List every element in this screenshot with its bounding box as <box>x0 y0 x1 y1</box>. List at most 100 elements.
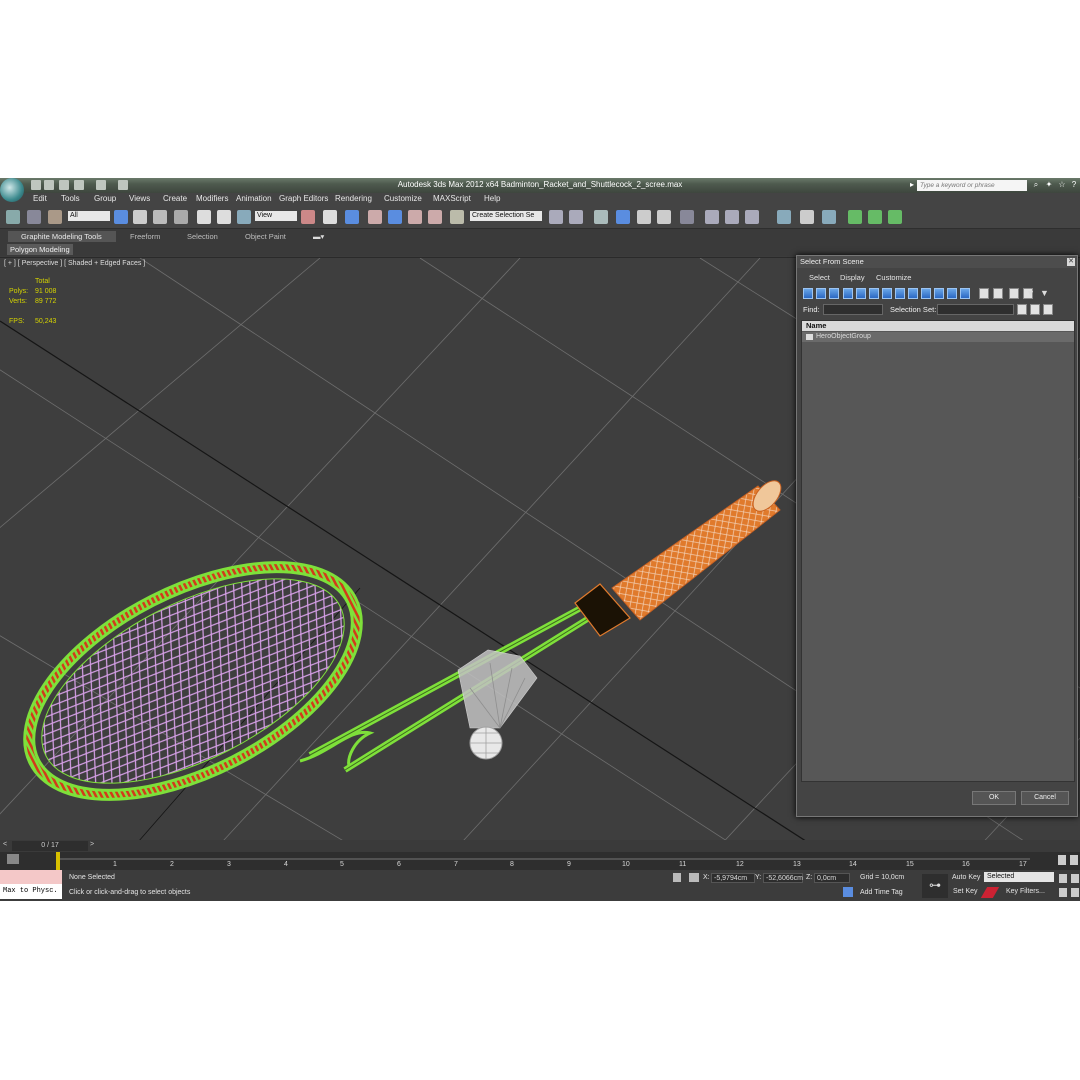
tab-selection[interactable]: Selection <box>187 232 218 241</box>
select-all-icon[interactable] <box>1017 304 1027 315</box>
track-bar[interactable]: 1 2 3 4 5 6 7 8 9 10 11 12 13 14 15 16 1… <box>0 852 1080 870</box>
new-file-icon[interactable] <box>31 180 41 190</box>
rectangular-selection-icon[interactable] <box>153 210 167 224</box>
binoculars-icon[interactable]: ⌕ <box>1031 180 1041 190</box>
reference-coordinate-dropdown[interactable]: View <box>255 211 297 221</box>
go-to-end-icon[interactable] <box>1059 888 1067 897</box>
select-and-scale-icon[interactable] <box>237 210 251 224</box>
mirror-icon[interactable] <box>549 210 563 224</box>
display-shapes-icon[interactable] <box>816 288 826 299</box>
dialog-menu-select[interactable]: Select <box>809 273 830 282</box>
find-input[interactable] <box>823 304 883 315</box>
maxscript-listener-top[interactable] <box>0 870 62 884</box>
snaps-toggle-icon[interactable] <box>368 210 382 224</box>
key-mode-toggle-icon[interactable] <box>1071 888 1079 897</box>
ok-button[interactable]: OK <box>972 791 1016 805</box>
play-icon[interactable] <box>1059 874 1067 883</box>
y-coordinate-field[interactable]: -52,6066cm <box>763 873 803 883</box>
select-object-icon[interactable] <box>114 210 128 224</box>
pivot-center-icon[interactable] <box>301 210 315 224</box>
menu-animation[interactable]: Animation <box>236 194 272 203</box>
display-helpers-icon[interactable] <box>856 288 866 299</box>
next-frame-icon[interactable] <box>1071 874 1079 883</box>
time-slider-prev-icon[interactable]: < <box>3 841 7 848</box>
align-icon[interactable] <box>569 210 583 224</box>
named-selection-dropdown[interactable]: Create Selection Se <box>470 211 542 221</box>
tab-freeform[interactable]: Freeform <box>130 232 160 241</box>
application-logo-icon[interactable] <box>0 178 24 202</box>
lock-selection-icon[interactable] <box>673 873 681 882</box>
ribbon-options-icon[interactable]: ▬▾ <box>313 232 324 241</box>
filter-icon[interactable]: ▼ <box>1026 288 1035 298</box>
go-to-start-icon[interactable] <box>1058 855 1066 865</box>
object-list[interactable]: Name HeroObjectGroup <box>801 320 1075 782</box>
display-spacewarps-icon[interactable] <box>869 288 879 299</box>
menu-rendering[interactable]: Rendering <box>335 194 372 203</box>
extra-tool-5-icon[interactable] <box>868 210 882 224</box>
select-and-move-icon[interactable] <box>197 210 211 224</box>
column-name-header[interactable]: Name <box>802 321 1074 331</box>
dialog-title-bar[interactable]: Select From Scene ✕ <box>797 256 1077 268</box>
layer-manager-icon[interactable] <box>594 210 608 224</box>
angle-snap-icon[interactable] <box>388 210 402 224</box>
sync-selection-icon[interactable] <box>1009 288 1019 299</box>
search-arrow-icon[interactable]: ▸ <box>907 180 917 190</box>
favorites-icon[interactable]: ☆ <box>1057 180 1067 190</box>
edit-named-selection-icon[interactable] <box>450 210 464 224</box>
communication-center-icon[interactable]: ✦ <box>1044 180 1054 190</box>
menu-graph-editors[interactable]: Graph Editors <box>279 194 328 203</box>
display-cameras-icon[interactable] <box>843 288 853 299</box>
extra-tool-6-icon[interactable] <box>888 210 902 224</box>
filter-options-icon[interactable]: ▼ <box>1040 288 1049 298</box>
time-slider-next-icon[interactable]: > <box>90 841 94 848</box>
redo-icon[interactable] <box>96 180 106 190</box>
menu-edit[interactable]: Edit <box>33 194 47 203</box>
menu-tools[interactable]: Tools <box>61 194 80 203</box>
time-tag-icon[interactable] <box>843 887 853 897</box>
help-icon[interactable]: ? <box>1069 180 1079 190</box>
render-production-icon[interactable] <box>745 210 759 224</box>
percent-snap-icon[interactable] <box>408 210 422 224</box>
menu-create[interactable]: Create <box>163 194 187 203</box>
key-filters-button[interactable]: Key Filters... <box>1006 888 1045 895</box>
select-and-manipulate-icon[interactable] <box>323 210 337 224</box>
add-time-tag[interactable]: Add Time Tag <box>860 889 903 896</box>
previous-frame-icon[interactable] <box>1070 855 1078 865</box>
display-none-icon[interactable] <box>979 288 989 299</box>
project-folder-icon[interactable] <box>118 180 128 190</box>
extra-tool-2-icon[interactable] <box>800 210 814 224</box>
open-file-icon[interactable] <box>44 180 54 190</box>
select-none-icon[interactable] <box>1030 304 1040 315</box>
set-key-button[interactable]: Set Key <box>953 888 978 895</box>
menu-modifiers[interactable]: Modifiers <box>196 194 228 203</box>
dialog-menu-display[interactable]: Display <box>840 273 865 282</box>
select-by-name-icon[interactable] <box>133 210 147 224</box>
schematic-view-icon[interactable] <box>657 210 671 224</box>
extra-tool-4-icon[interactable] <box>848 210 862 224</box>
bind-space-warp-icon[interactable] <box>48 210 62 224</box>
menu-views[interactable]: Views <box>129 194 150 203</box>
undo-icon[interactable] <box>74 180 84 190</box>
curve-editor-icon[interactable] <box>637 210 651 224</box>
extra-tool-1-icon[interactable] <box>777 210 791 224</box>
display-hidden-icon[interactable] <box>947 288 957 299</box>
render-setup-icon[interactable] <box>705 210 719 224</box>
display-lights-icon[interactable] <box>829 288 839 299</box>
menu-help[interactable]: Help <box>484 194 500 203</box>
material-editor-icon[interactable] <box>680 210 694 224</box>
rendered-frame-icon[interactable] <box>725 210 739 224</box>
extra-tool-3-icon[interactable] <box>822 210 836 224</box>
absolute-mode-icon[interactable] <box>689 873 699 882</box>
unlink-icon[interactable] <box>27 210 41 224</box>
time-slider-thumb[interactable]: 0 / 17 <box>12 841 88 851</box>
select-and-link-icon[interactable] <box>6 210 20 224</box>
auto-key-button[interactable]: Auto Key <box>952 874 980 881</box>
z-coordinate-field[interactable]: 0,0cm <box>814 873 850 883</box>
time-slider[interactable]: < 0 / 17 > <box>0 840 1080 852</box>
panel-polygon-modeling[interactable]: Polygon Modeling <box>7 244 73 255</box>
spinner-snap-icon[interactable] <box>428 210 442 224</box>
window-crossing-icon[interactable] <box>174 210 188 224</box>
selection-set-dropdown[interactable] <box>937 304 1014 315</box>
tab-object-paint[interactable]: Object Paint <box>245 232 286 241</box>
default-in-out-tangent-icon[interactable] <box>980 887 1000 898</box>
